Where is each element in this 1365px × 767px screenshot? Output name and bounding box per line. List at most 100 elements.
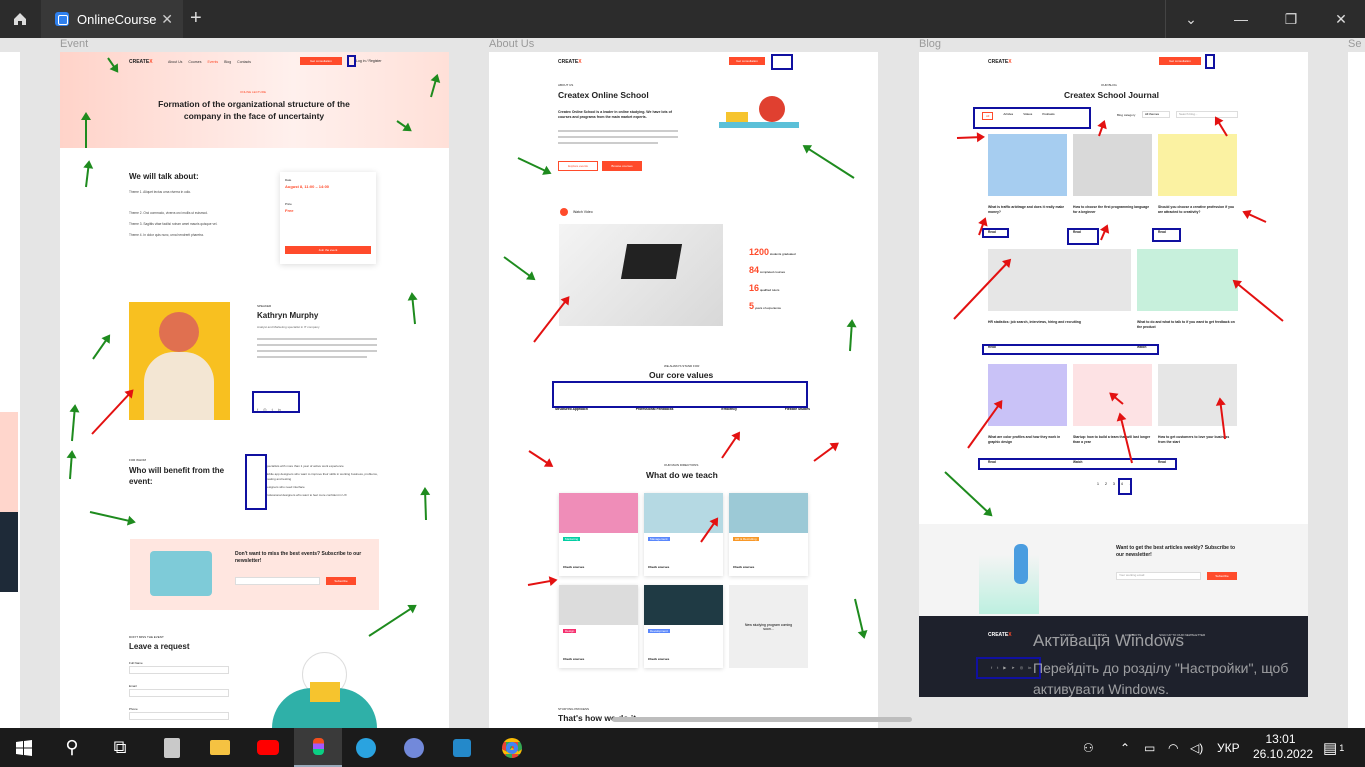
people-icon[interactable]: ⚇: [1083, 728, 1094, 767]
nav-contacts[interactable]: Contacts: [237, 60, 251, 64]
check-courses-link[interactable]: Check courses: [648, 565, 669, 569]
new-tab-button[interactable]: +: [190, 7, 202, 30]
blog-post-title[interactable]: Startup: how to build a team that will l…: [1073, 435, 1152, 445]
language-indicator[interactable]: УКР: [1217, 728, 1240, 767]
blog-post-title[interactable]: What to do and what to talk to if you wa…: [1137, 320, 1238, 330]
activation-watermark-title: Активація Windows: [1033, 631, 1184, 650]
volume-icon[interactable]: ◁): [1190, 728, 1203, 767]
search-icon[interactable]: ⚲: [48, 728, 96, 767]
close-window-button[interactable]: ✕: [1316, 0, 1365, 38]
tab-onlinecourse[interactable]: OnlineCourse ✕: [41, 0, 183, 38]
teach-card-management[interactable]: Management Check courses: [644, 493, 723, 576]
about-video-thumbnail[interactable]: [559, 224, 723, 326]
minimize-button[interactable]: —: [1216, 0, 1266, 38]
nav-courses[interactable]: Courses: [188, 60, 201, 64]
frame-label-event[interactable]: Event: [60, 38, 88, 50]
login-link[interactable]: Log in / Register: [356, 59, 382, 63]
blog-post-title[interactable]: What are color profiles and how they wor…: [988, 435, 1067, 445]
figma-file-icon: [55, 12, 69, 26]
play-icon[interactable]: [560, 208, 568, 216]
chrome-icon[interactable]: [488, 728, 536, 767]
chevron-up-icon[interactable]: ⌃: [1120, 728, 1130, 767]
activation-watermark-text: Перейдіть до розділу "Настройки", щоб ак…: [1033, 660, 1289, 697]
full-name-input[interactable]: [129, 666, 229, 674]
frame-blog[interactable]: CREATEX Get consultation OUR BLOG Create…: [919, 52, 1308, 697]
highlight-box: [1118, 478, 1132, 495]
explore-events-button[interactable]: Explore events: [558, 161, 598, 171]
blog-post-title[interactable]: How to choose the first programming lang…: [1073, 205, 1152, 215]
email-input[interactable]: [129, 689, 229, 697]
coming-soon-card: New studying program coming soon...: [729, 585, 808, 668]
check-courses-link[interactable]: Check courses: [563, 565, 584, 569]
newsletter-block: Don't want to miss the best events? Subs…: [130, 539, 379, 610]
nav-blog[interactable]: Blog: [224, 60, 231, 64]
maximize-button[interactable]: ❐: [1266, 0, 1316, 38]
benefit-item: Mobile app designers who want to improve…: [265, 472, 378, 481]
teach-card-hr[interactable]: HR & Recruiting Check courses: [729, 493, 808, 576]
vscode-icon[interactable]: [438, 728, 486, 767]
footer-logo[interactable]: CREATEX: [988, 632, 1012, 638]
stats-list: 1200 students graduated 84 completed cou…: [749, 244, 796, 316]
blog-newsletter: Want to get the best articles weekly? Su…: [919, 524, 1308, 616]
blog-post-image: [1158, 364, 1237, 426]
join-event-button[interactable]: Join the event: [285, 246, 371, 254]
watch-video-label[interactable]: Watch Video: [573, 210, 593, 214]
about-logo[interactable]: CREATEX: [558, 59, 582, 65]
blog-logo[interactable]: CREATEX: [988, 59, 1012, 65]
home-button[interactable]: [0, 0, 40, 38]
file-explorer-icon[interactable]: [196, 728, 244, 767]
check-courses-link[interactable]: Check courses: [733, 565, 754, 569]
frame-about[interactable]: CREATEX Get consultation ABOUT US Create…: [489, 52, 878, 728]
bio-line: [257, 344, 377, 346]
page-3[interactable]: 3: [1113, 482, 1115, 486]
calculator-icon[interactable]: [148, 728, 196, 767]
highlight-box: [1152, 228, 1181, 242]
battery-icon[interactable]: ▭: [1144, 728, 1155, 767]
clock[interactable]: 13:01 26.10.2022: [1253, 732, 1313, 762]
blog-post-title[interactable]: Should you choose a creative profession …: [1158, 205, 1237, 215]
task-view-icon[interactable]: ⧉: [96, 728, 144, 767]
teach-card-design[interactable]: Design Check courses: [559, 585, 638, 668]
close-tab-icon[interactable]: ✕: [161, 11, 173, 28]
frame-label-next[interactable]: Se: [1348, 38, 1361, 50]
get-consultation-button[interactable]: Get consultation: [300, 57, 342, 65]
event-logo[interactable]: CREATEX: [129, 59, 153, 65]
newsletter-email-input[interactable]: [235, 577, 320, 585]
teach-card-development[interactable]: Development Check courses: [644, 585, 723, 668]
category-select[interactable]: All themes: [1142, 111, 1170, 118]
wifi-icon[interactable]: ◠: [1168, 728, 1178, 767]
category-label: Blog category: [1117, 113, 1136, 117]
notifications-icon[interactable]: ▤ 1: [1323, 728, 1344, 767]
teach-eyebrow: OUR MAIN DIRECTIONS: [664, 463, 699, 467]
chevron-down-icon[interactable]: ⌄: [1166, 0, 1216, 38]
date-label: Date: [285, 178, 292, 182]
browse-courses-button[interactable]: Browse courses: [602, 161, 642, 171]
teach-card-marketing[interactable]: Marketing Check courses: [559, 493, 638, 576]
blog-search-input[interactable]: Search blog...: [1176, 111, 1238, 118]
page-1[interactable]: 1: [1097, 482, 1099, 486]
about-cta[interactable]: Get consultation: [729, 57, 765, 65]
newsletter-subscribe-button[interactable]: Subscribe: [326, 577, 356, 585]
blog-newsletter-input[interactable]: Your working email: [1116, 572, 1201, 580]
horizontal-scrollbar[interactable]: [612, 717, 912, 722]
green-arrow: [85, 114, 87, 148]
telegram-icon[interactable]: [342, 728, 390, 767]
page-2[interactable]: 2: [1105, 482, 1107, 486]
blog-post-title[interactable]: HR statistics: job search, interviews, h…: [988, 320, 1131, 325]
figma-canvas[interactable]: Event CREATEX About Us Courses Events Bl…: [0, 38, 1365, 728]
check-courses-link[interactable]: Check courses: [563, 657, 584, 661]
check-courses-link[interactable]: Check courses: [648, 657, 669, 661]
blog-subscribe-button[interactable]: Subscribe: [1207, 572, 1237, 580]
discord-icon[interactable]: [390, 728, 438, 767]
phone-input[interactable]: [129, 712, 229, 720]
blog-post-title[interactable]: What is traffic arbitrage and does it re…: [988, 205, 1067, 215]
frame-event[interactable]: CREATEX About Us Courses Events Blog Con…: [60, 52, 449, 728]
blog-cta[interactable]: Get consultation: [1159, 57, 1201, 65]
figma-icon[interactable]: [294, 728, 342, 767]
frame-label-about[interactable]: About Us: [489, 38, 534, 50]
nav-events[interactable]: Events: [207, 60, 218, 64]
youtube-icon[interactable]: [244, 728, 292, 767]
nav-about[interactable]: About Us: [168, 60, 182, 64]
windows-start-icon[interactable]: [0, 728, 48, 767]
frame-label-blog[interactable]: Blog: [919, 38, 941, 50]
